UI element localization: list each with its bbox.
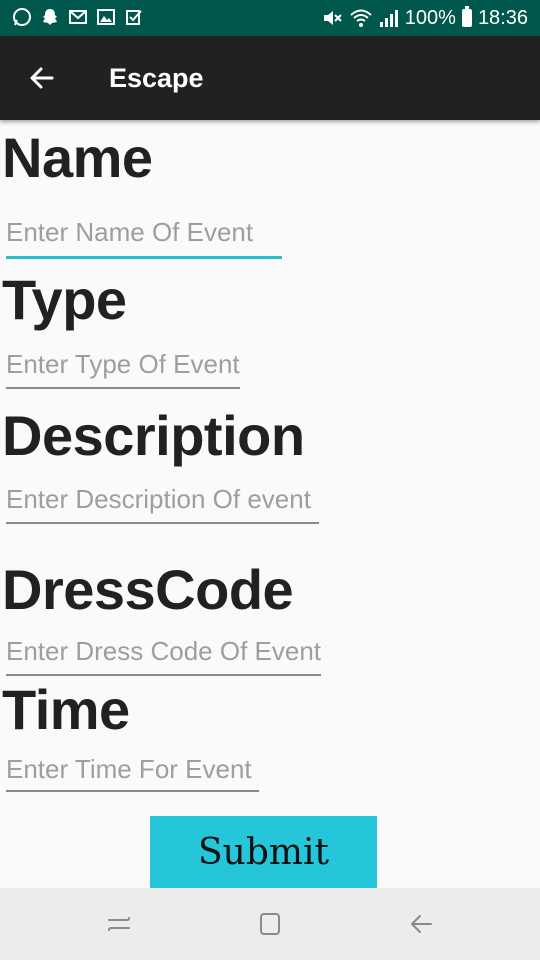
whatsapp-icon: [12, 7, 32, 27]
status-bar: 100% 18:36: [0, 0, 540, 36]
mute-icon: [321, 7, 343, 29]
gmail-icon: [68, 7, 88, 27]
event-type-input[interactable]: [6, 345, 240, 389]
screen: 100% 18:36 Escape Name Type Description …: [0, 0, 540, 960]
dress-code-label: DressCode: [2, 558, 294, 621]
battery-percent: 100%: [404, 7, 456, 29]
event-time-input[interactable]: [6, 752, 259, 792]
system-status: 100% 18:36: [321, 5, 528, 31]
wifi-icon: [349, 7, 372, 29]
navigation-bar: [0, 888, 540, 960]
name-label: Name: [2, 126, 153, 189]
arrow-left-icon: [30, 67, 54, 89]
home-icon: [260, 913, 280, 935]
description-label: Description: [2, 404, 305, 467]
home-button[interactable]: [250, 906, 290, 942]
app-bar: Escape: [0, 36, 540, 120]
notification-icons: [12, 7, 144, 27]
back-icon: [411, 915, 432, 933]
type-label: Type: [2, 268, 127, 331]
dress-code-input[interactable]: [6, 632, 321, 676]
battery-icon: [461, 6, 472, 27]
app-title: Escape: [109, 63, 204, 93]
snapchat-icon: [40, 7, 60, 27]
recent-apps-icon: [108, 917, 130, 931]
event-name-input[interactable]: [6, 212, 282, 259]
task-icon: [124, 7, 144, 27]
event-description-input[interactable]: [6, 480, 319, 524]
recent-apps-button[interactable]: [99, 906, 139, 942]
submit-button[interactable]: Submit: [150, 816, 377, 888]
nav-back-button[interactable]: [401, 906, 441, 942]
clock: 18:36: [477, 7, 528, 29]
gallery-icon: [96, 7, 116, 27]
back-button[interactable]: [18, 58, 66, 98]
signal-icon: [377, 7, 399, 29]
time-label: Time: [2, 678, 130, 741]
